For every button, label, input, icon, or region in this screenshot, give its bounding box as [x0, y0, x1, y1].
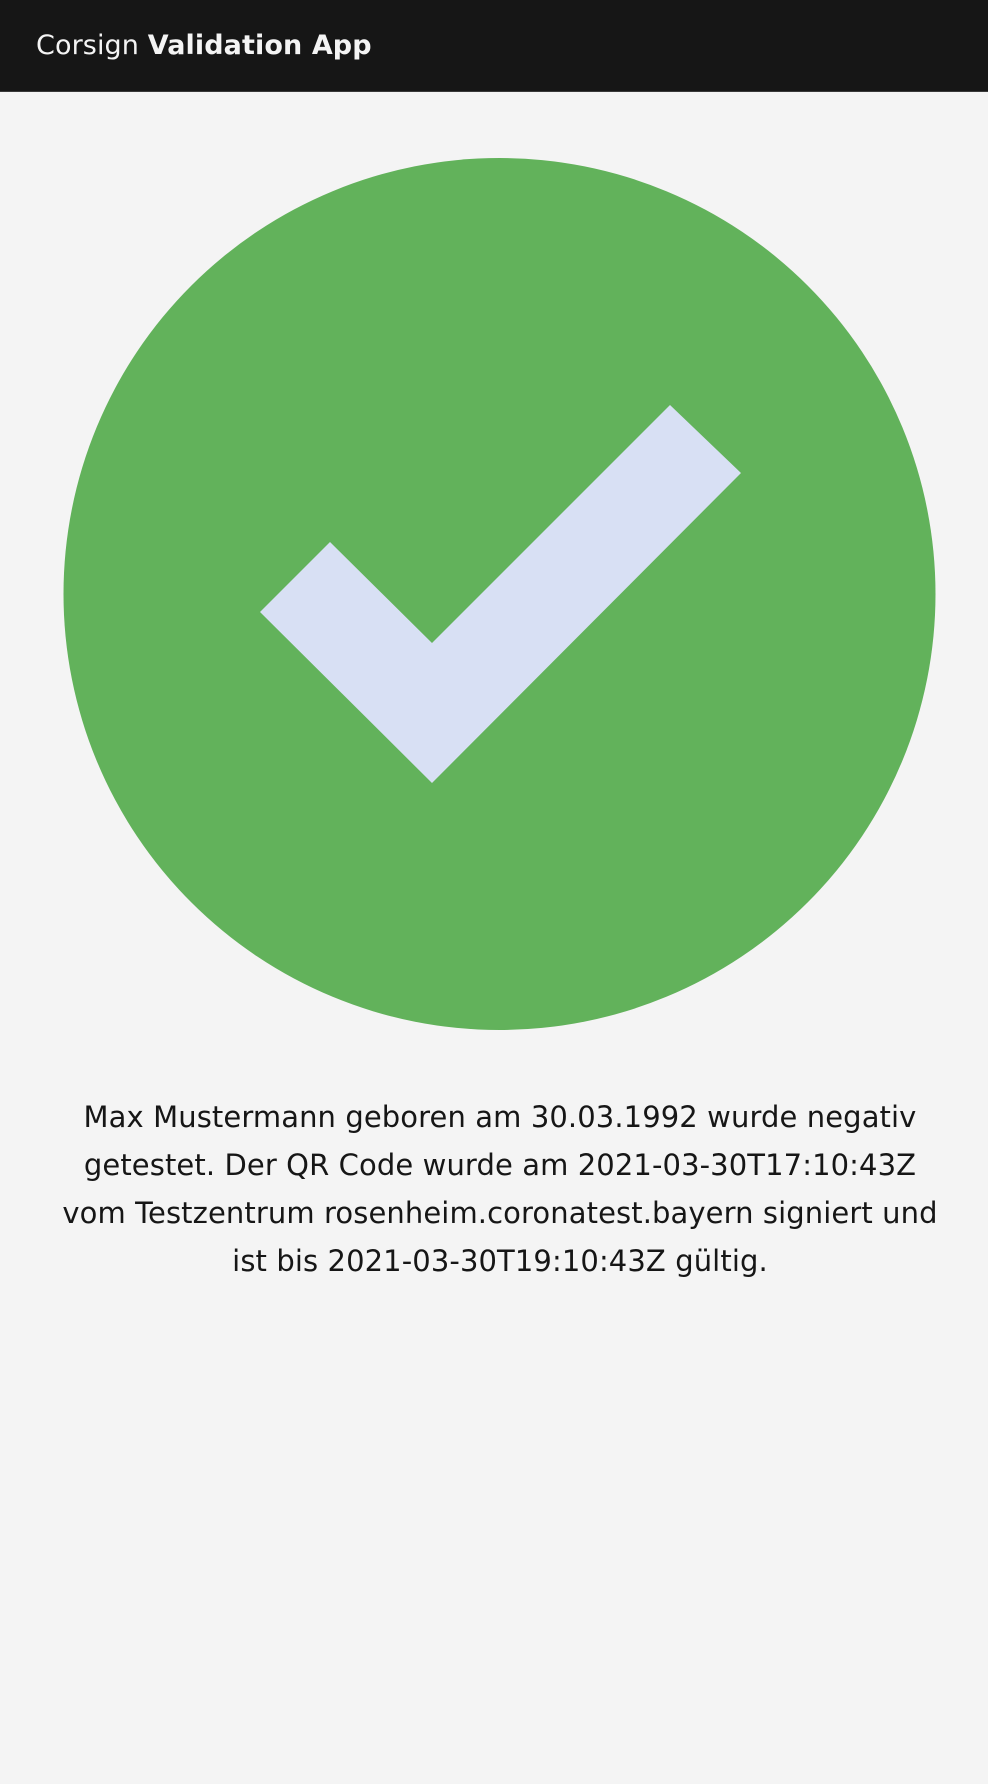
checkmark-filled-icon [63, 158, 936, 1030]
header-app-name-link[interactable]: Corsign Validation App [36, 30, 372, 61]
header-prefix: Corsign [36, 30, 139, 61]
validation-message: Max Mustermann geboren am 30.03.1992 wur… [62, 1100, 938, 1278]
app-header: Corsign Validation App [0, 0, 988, 92]
header-product-name: Validation App [147, 30, 372, 61]
